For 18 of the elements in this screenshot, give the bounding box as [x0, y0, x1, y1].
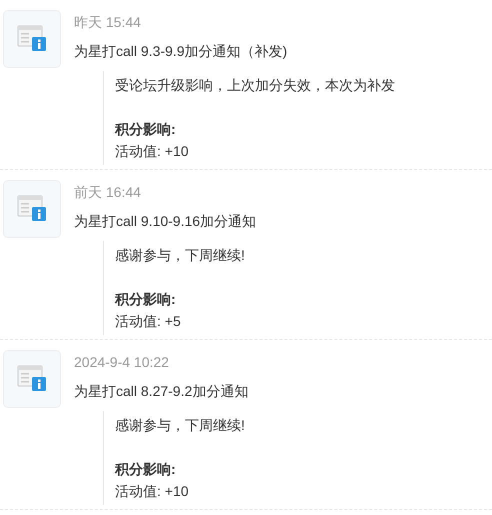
- notice-icon: [17, 365, 47, 393]
- notice-time: 2024-9-4 10:22: [74, 354, 169, 370]
- notice-icon: [17, 195, 47, 223]
- notice-time: 前天 16:44: [74, 184, 141, 200]
- notice-icon: [17, 25, 47, 53]
- notice-time: 昨天 15:44: [74, 14, 141, 30]
- effect-value: 活动值: +10: [115, 483, 189, 499]
- notice-message: 感谢参与，下周继续!: [115, 417, 245, 433]
- effect-label: 积分影响:: [115, 291, 176, 307]
- effect-value: 活动值: +10: [115, 143, 189, 159]
- notice-message: 感谢参与，下周继续!: [115, 247, 245, 263]
- effect-label: 积分影响:: [115, 121, 176, 137]
- notice-title: 为星打call 9.3-9.9加分通知（补发): [74, 43, 288, 59]
- effect-label: 积分影响:: [115, 461, 176, 477]
- notice-message: 受论坛升级影响，上次加分失效，本次为补发: [115, 77, 395, 93]
- notice-title: 为星打call 8.27-9.2加分通知: [74, 383, 248, 399]
- notice-title: 为星打call 9.10-9.16加分通知: [74, 213, 256, 229]
- effect-value: 活动值: +5: [115, 313, 181, 329]
